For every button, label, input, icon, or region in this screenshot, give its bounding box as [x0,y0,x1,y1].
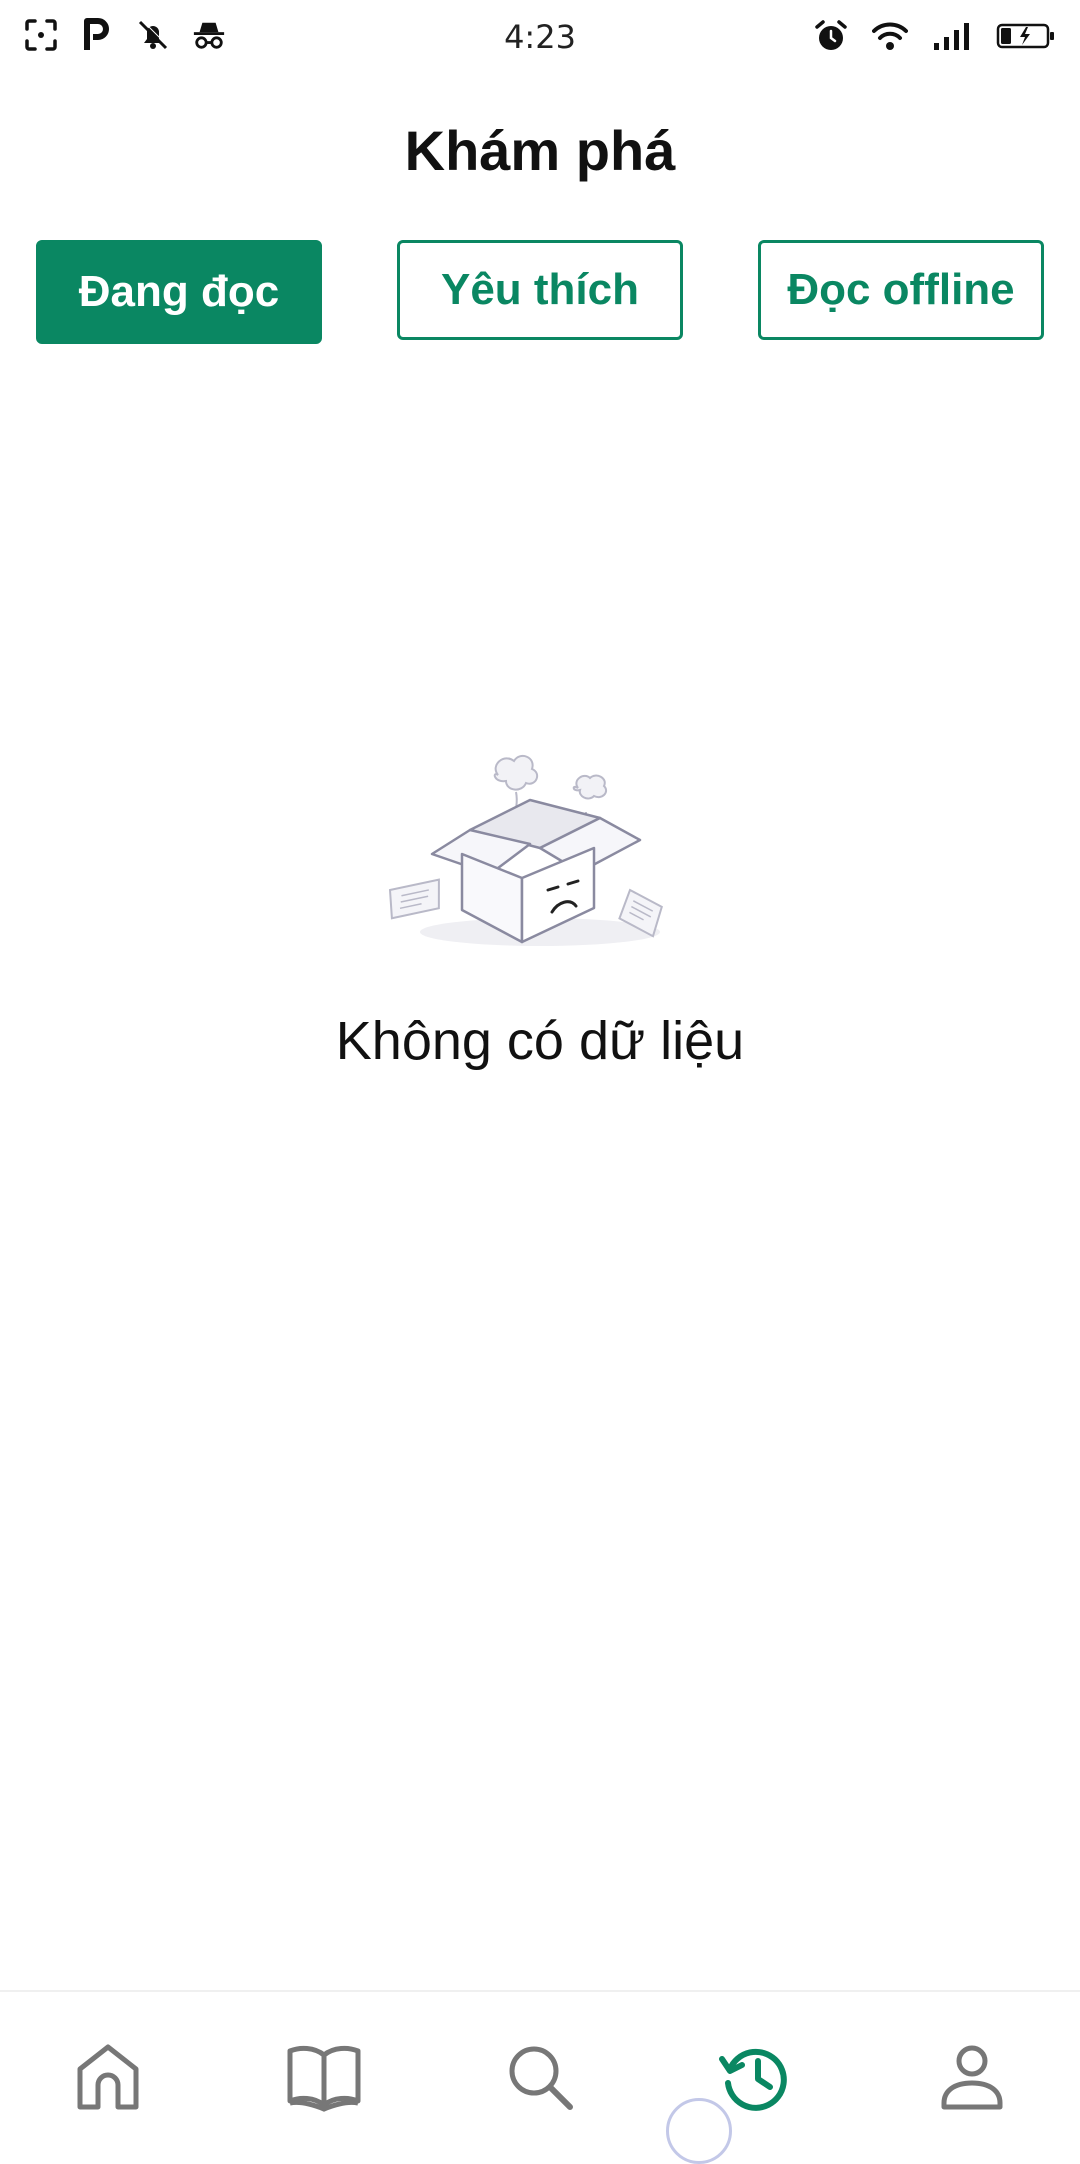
signal-icon [932,18,972,54]
book-icon [287,2045,361,2112]
tab-offline[interactable]: Đọc offline [758,240,1044,340]
search-icon [509,2046,573,2110]
nav-library[interactable] [264,2017,384,2137]
status-right-icons [814,18,1056,54]
tab-bar: Đang đọc Yêu thích Đọc offline [36,240,1044,344]
page-title: Khám phá [404,119,676,182]
status-bar: 4:23 [0,0,1080,80]
bottom-nav [0,1990,1080,2162]
home-icon [77,2044,139,2110]
nav-profile[interactable] [912,2017,1032,2137]
nav-home[interactable] [48,2017,168,2137]
touch-indicator [666,2098,732,2164]
history-icon [719,2048,787,2111]
wifi-icon [872,18,908,54]
user-icon [941,2045,1003,2110]
nav-search[interactable] [480,2017,600,2137]
alarm-icon [814,18,848,54]
empty-message: Không có dữ liệu [335,1011,745,1071]
battery-charging-icon [996,18,1056,54]
empty-state: Không có dữ liệu [0,750,1080,1072]
tab-reading[interactable]: Đang đọc [36,240,322,344]
empty-box-icon [388,754,663,946]
tab-favorites[interactable]: Yêu thích [397,240,683,340]
